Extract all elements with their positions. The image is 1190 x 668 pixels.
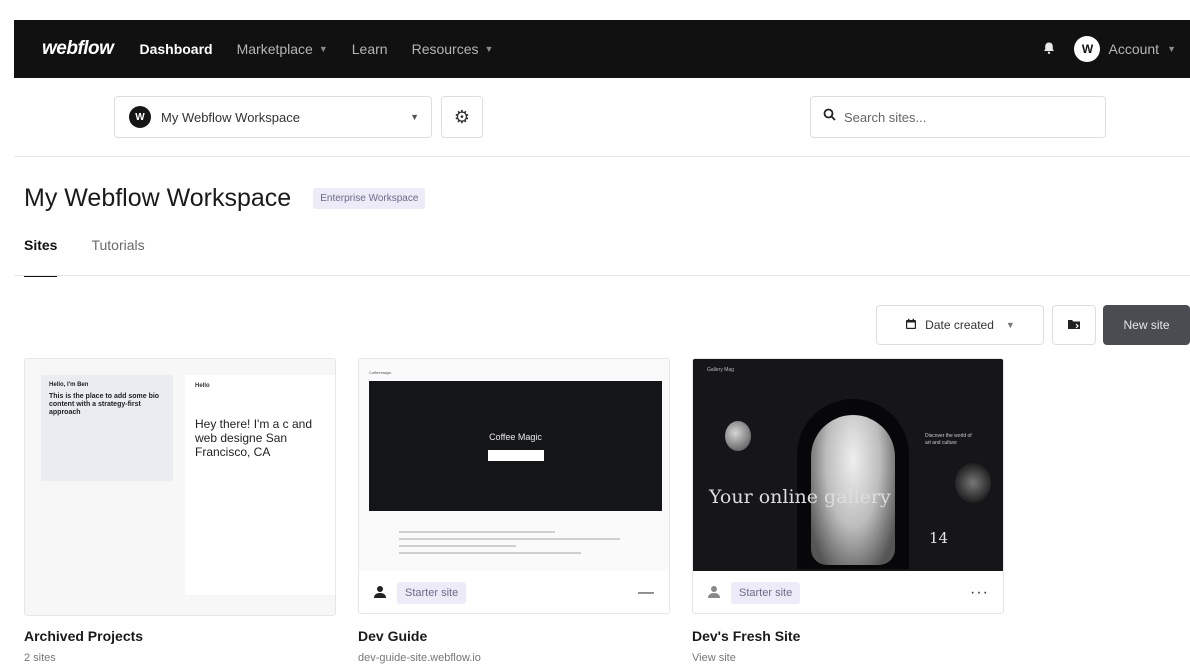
card-footer: Starter site — <box>359 573 669 613</box>
chevron-down-icon: ▼ <box>1167 44 1176 54</box>
thumb-hero-title: Coffee Magic <box>489 431 542 442</box>
divider <box>14 275 1190 276</box>
nav-learn-label: Learn <box>351 41 388 57</box>
site-name[interactable]: Archived Projects <box>24 628 143 644</box>
avatar: W <box>1074 36 1101 62</box>
thumbnail: Gallery Mag Discover the world of art an… <box>693 359 1003 571</box>
nav-right: W Account ▼ <box>1042 36 1190 62</box>
thumb-nav: Coffeemagic <box>369 367 659 377</box>
search-icon <box>823 108 836 126</box>
thumb-hero-button <box>487 449 544 461</box>
folder-icon <box>1067 317 1081 333</box>
site-card-archived[interactable]: Hello, I'm Ben This is the place to add … <box>24 358 336 616</box>
nav-marketplace[interactable]: Marketplace ▼ <box>237 41 328 57</box>
site-name[interactable]: Dev's Fresh Site <box>692 628 800 644</box>
top-navigation: webflow Dashboard Marketplace ▼ Learn Res… <box>14 20 1190 78</box>
nav-dashboard-label: Dashboard <box>139 41 213 57</box>
card-footer: Starter site ··· <box>693 573 1003 613</box>
nav-marketplace-label: Marketplace <box>236 41 313 57</box>
tabs: Sites Tutorials <box>24 237 145 277</box>
starter-site-badge: Starter site <box>731 582 801 604</box>
site-url[interactable]: dev-guide-site.webflow.io <box>358 652 481 664</box>
sort-label: Date created <box>925 318 994 332</box>
thumb-small-text: Hello <box>195 383 210 389</box>
search-input[interactable] <box>844 109 1084 125</box>
new-site-button[interactable]: New site <box>1103 305 1190 345</box>
bell-icon[interactable] <box>1042 41 1056 58</box>
more-options-icon[interactable]: ··· <box>970 584 989 602</box>
workspace-select[interactable]: W My Webflow Workspace ▼ <box>114 96 432 138</box>
thumb-flower-image <box>955 463 991 503</box>
thumb-side-text: Discover the world of art and culture <box>925 433 972 446</box>
site-subtitle: 2 sites <box>24 652 56 664</box>
search-box[interactable] <box>810 96 1106 138</box>
thumbnail: Hello, I'm Ben This is the place to add … <box>25 359 335 615</box>
chevron-down-icon: ▼ <box>484 44 494 54</box>
workspace-badge: Enterprise Workspace <box>313 188 426 209</box>
webflow-logo[interactable]: webflow <box>42 38 114 60</box>
folder-button[interactable] <box>1052 305 1096 345</box>
thumb-hero: Coffee Magic <box>369 381 662 511</box>
thumb-brand: Gallery Mag <box>707 367 734 373</box>
tab-tutorials[interactable]: Tutorials <box>91 237 144 277</box>
sort-dropdown[interactable]: Date created ▼ <box>876 305 1044 345</box>
gear-icon: ⚙ <box>453 106 471 127</box>
site-name[interactable]: Dev Guide <box>358 628 427 644</box>
thumb-big-text: Hey there! I'm a c and web designe San F… <box>195 417 313 460</box>
site-card-dev-guide[interactable]: Coffeemagic Coffee Magic Starter site — <box>358 358 670 614</box>
chevron-down-icon: ▼ <box>1005 320 1015 330</box>
nav-dashboard[interactable]: Dashboard <box>139 41 212 57</box>
chevron-down-icon: ▼ <box>318 44 328 54</box>
workspace-settings-button[interactable]: ⚙ <box>441 96 483 138</box>
workspace-select-label: My Webflow Workspace <box>161 109 300 125</box>
thumb-brand: Coffeemagic <box>369 369 392 375</box>
user-icon <box>707 585 721 601</box>
workspace-logo: W <box>129 106 151 128</box>
user-icon <box>373 585 387 601</box>
chevron-down-icon: ▼ <box>410 112 419 122</box>
nav-resources[interactable]: Resources ▼ <box>412 41 494 57</box>
thumbnail-preview: Hello, I'm Ben This is the place to add … <box>41 375 173 481</box>
nav-learn[interactable]: Learn <box>352 41 388 57</box>
account-label: Account <box>1108 41 1160 57</box>
thumb-card-body: This is the place to add some bio conten… <box>49 392 160 416</box>
tab-sites[interactable]: Sites <box>24 237 58 277</box>
divider <box>14 156 1190 157</box>
thumb-number: 14 <box>929 529 949 547</box>
title-row: My Webflow Workspace Enterprise Workspac… <box>24 184 426 213</box>
calendar-icon <box>905 318 917 333</box>
page-title: My Webflow Workspace <box>24 184 292 212</box>
thumbnail: Coffeemagic Coffee Magic <box>359 359 669 571</box>
thumb-card-title: Hello, I'm Ben <box>49 382 89 388</box>
thumb-footer <box>399 531 659 559</box>
account-menu[interactable]: W Account ▼ <box>1074 36 1176 62</box>
nav-resources-label: Resources <box>411 41 479 57</box>
starter-site-badge: Starter site <box>397 582 467 604</box>
more-options-icon[interactable]: — <box>638 584 655 602</box>
thumb-bust-image <box>725 421 751 451</box>
view-site-link[interactable]: View site <box>692 652 736 664</box>
thumb-hero-text: Your online gallery <box>709 486 891 508</box>
site-card-fresh-site[interactable]: Gallery Mag Discover the world of art an… <box>692 358 1004 614</box>
thumbnail-preview: Hello Hey there! I'm a c and web designe… <box>185 375 335 595</box>
